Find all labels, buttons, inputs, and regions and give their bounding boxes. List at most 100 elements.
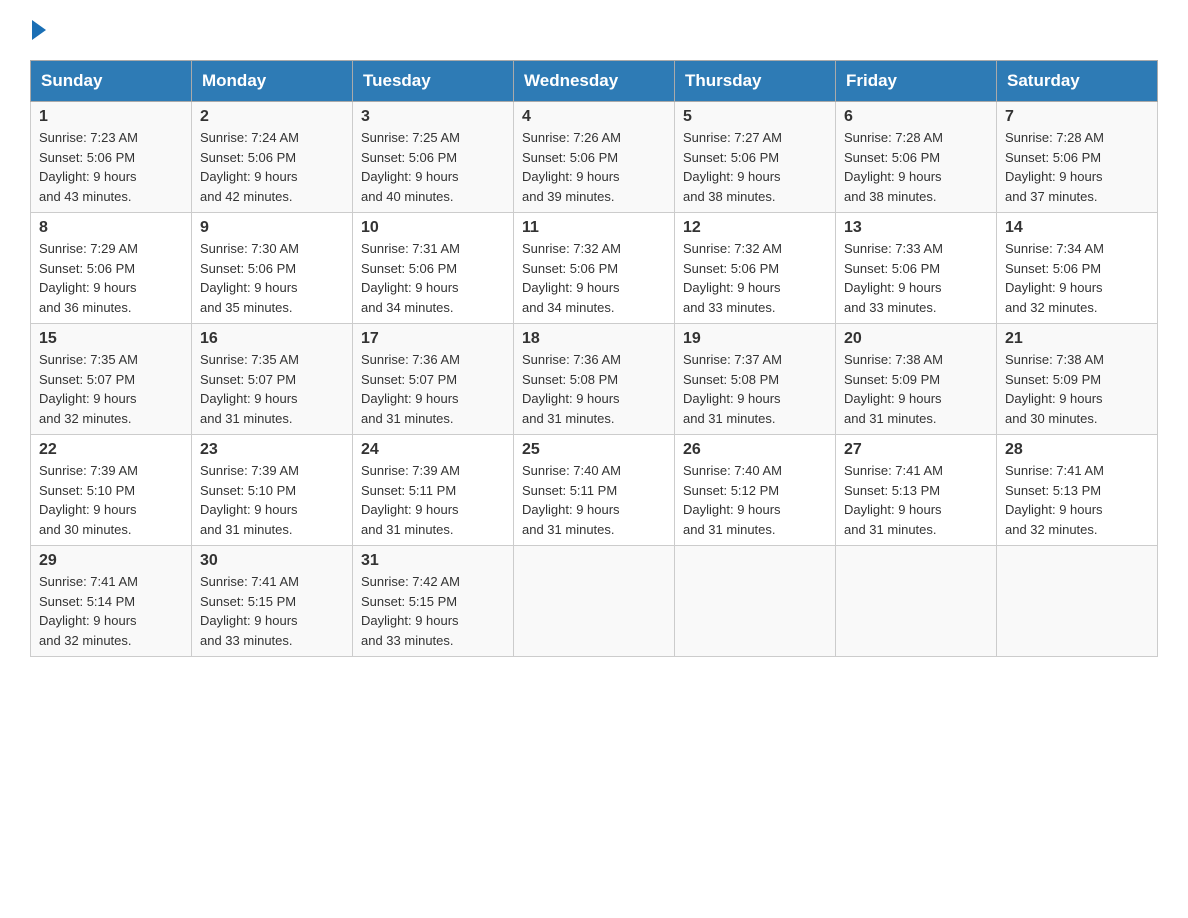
weekday-header-tuesday: Tuesday	[353, 61, 514, 102]
day-info: Sunrise: 7:26 AM Sunset: 5:06 PM Dayligh…	[522, 128, 666, 206]
calendar-cell	[675, 546, 836, 657]
calendar-cell: 16 Sunrise: 7:35 AM Sunset: 5:07 PM Dayl…	[192, 324, 353, 435]
calendar-cell: 17 Sunrise: 7:36 AM Sunset: 5:07 PM Dayl…	[353, 324, 514, 435]
weekday-header-sunday: Sunday	[31, 61, 192, 102]
calendar-cell: 15 Sunrise: 7:35 AM Sunset: 5:07 PM Dayl…	[31, 324, 192, 435]
day-info: Sunrise: 7:41 AM Sunset: 5:13 PM Dayligh…	[1005, 461, 1149, 539]
day-number: 13	[844, 219, 988, 237]
logo	[30, 20, 48, 40]
day-number: 1	[39, 108, 183, 126]
weekday-header-monday: Monday	[192, 61, 353, 102]
calendar-cell: 18 Sunrise: 7:36 AM Sunset: 5:08 PM Dayl…	[514, 324, 675, 435]
calendar-cell: 4 Sunrise: 7:26 AM Sunset: 5:06 PM Dayli…	[514, 102, 675, 213]
calendar-cell: 26 Sunrise: 7:40 AM Sunset: 5:12 PM Dayl…	[675, 435, 836, 546]
logo-arrow-icon	[32, 20, 46, 40]
day-number: 11	[522, 219, 666, 237]
day-number: 22	[39, 441, 183, 459]
day-info: Sunrise: 7:24 AM Sunset: 5:06 PM Dayligh…	[200, 128, 344, 206]
day-number: 20	[844, 330, 988, 348]
day-number: 6	[844, 108, 988, 126]
week-row-3: 15 Sunrise: 7:35 AM Sunset: 5:07 PM Dayl…	[31, 324, 1158, 435]
calendar-cell: 1 Sunrise: 7:23 AM Sunset: 5:06 PM Dayli…	[31, 102, 192, 213]
calendar-cell: 14 Sunrise: 7:34 AM Sunset: 5:06 PM Dayl…	[997, 213, 1158, 324]
calendar-cell: 29 Sunrise: 7:41 AM Sunset: 5:14 PM Dayl…	[31, 546, 192, 657]
weekday-header-saturday: Saturday	[997, 61, 1158, 102]
day-number: 24	[361, 441, 505, 459]
day-info: Sunrise: 7:36 AM Sunset: 5:07 PM Dayligh…	[361, 350, 505, 428]
day-number: 16	[200, 330, 344, 348]
day-number: 27	[844, 441, 988, 459]
day-info: Sunrise: 7:40 AM Sunset: 5:11 PM Dayligh…	[522, 461, 666, 539]
day-info: Sunrise: 7:39 AM Sunset: 5:10 PM Dayligh…	[39, 461, 183, 539]
day-number: 19	[683, 330, 827, 348]
day-info: Sunrise: 7:23 AM Sunset: 5:06 PM Dayligh…	[39, 128, 183, 206]
day-info: Sunrise: 7:36 AM Sunset: 5:08 PM Dayligh…	[522, 350, 666, 428]
day-info: Sunrise: 7:40 AM Sunset: 5:12 PM Dayligh…	[683, 461, 827, 539]
calendar-cell: 11 Sunrise: 7:32 AM Sunset: 5:06 PM Dayl…	[514, 213, 675, 324]
calendar-cell: 2 Sunrise: 7:24 AM Sunset: 5:06 PM Dayli…	[192, 102, 353, 213]
calendar-cell: 7 Sunrise: 7:28 AM Sunset: 5:06 PM Dayli…	[997, 102, 1158, 213]
day-number: 10	[361, 219, 505, 237]
day-info: Sunrise: 7:37 AM Sunset: 5:08 PM Dayligh…	[683, 350, 827, 428]
day-info: Sunrise: 7:42 AM Sunset: 5:15 PM Dayligh…	[361, 572, 505, 650]
day-number: 23	[200, 441, 344, 459]
week-row-5: 29 Sunrise: 7:41 AM Sunset: 5:14 PM Dayl…	[31, 546, 1158, 657]
day-number: 7	[1005, 108, 1149, 126]
calendar-cell	[514, 546, 675, 657]
day-number: 31	[361, 552, 505, 570]
day-info: Sunrise: 7:33 AM Sunset: 5:06 PM Dayligh…	[844, 239, 988, 317]
calendar-cell: 6 Sunrise: 7:28 AM Sunset: 5:06 PM Dayli…	[836, 102, 997, 213]
calendar-cell: 12 Sunrise: 7:32 AM Sunset: 5:06 PM Dayl…	[675, 213, 836, 324]
day-number: 18	[522, 330, 666, 348]
calendar-cell: 24 Sunrise: 7:39 AM Sunset: 5:11 PM Dayl…	[353, 435, 514, 546]
calendar-cell: 28 Sunrise: 7:41 AM Sunset: 5:13 PM Dayl…	[997, 435, 1158, 546]
day-info: Sunrise: 7:34 AM Sunset: 5:06 PM Dayligh…	[1005, 239, 1149, 317]
calendar-cell: 8 Sunrise: 7:29 AM Sunset: 5:06 PM Dayli…	[31, 213, 192, 324]
day-number: 14	[1005, 219, 1149, 237]
day-number: 8	[39, 219, 183, 237]
day-number: 2	[200, 108, 344, 126]
week-row-4: 22 Sunrise: 7:39 AM Sunset: 5:10 PM Dayl…	[31, 435, 1158, 546]
calendar-table: SundayMondayTuesdayWednesdayThursdayFrid…	[30, 60, 1158, 657]
calendar-cell: 3 Sunrise: 7:25 AM Sunset: 5:06 PM Dayli…	[353, 102, 514, 213]
calendar-cell: 27 Sunrise: 7:41 AM Sunset: 5:13 PM Dayl…	[836, 435, 997, 546]
calendar-cell: 9 Sunrise: 7:30 AM Sunset: 5:06 PM Dayli…	[192, 213, 353, 324]
day-number: 25	[522, 441, 666, 459]
weekday-header-row: SundayMondayTuesdayWednesdayThursdayFrid…	[31, 61, 1158, 102]
day-info: Sunrise: 7:29 AM Sunset: 5:06 PM Dayligh…	[39, 239, 183, 317]
day-number: 29	[39, 552, 183, 570]
day-info: Sunrise: 7:38 AM Sunset: 5:09 PM Dayligh…	[1005, 350, 1149, 428]
week-row-2: 8 Sunrise: 7:29 AM Sunset: 5:06 PM Dayli…	[31, 213, 1158, 324]
day-info: Sunrise: 7:30 AM Sunset: 5:06 PM Dayligh…	[200, 239, 344, 317]
calendar-cell: 30 Sunrise: 7:41 AM Sunset: 5:15 PM Dayl…	[192, 546, 353, 657]
day-number: 28	[1005, 441, 1149, 459]
calendar-cell: 19 Sunrise: 7:37 AM Sunset: 5:08 PM Dayl…	[675, 324, 836, 435]
day-number: 12	[683, 219, 827, 237]
day-info: Sunrise: 7:25 AM Sunset: 5:06 PM Dayligh…	[361, 128, 505, 206]
day-info: Sunrise: 7:38 AM Sunset: 5:09 PM Dayligh…	[844, 350, 988, 428]
day-number: 17	[361, 330, 505, 348]
day-info: Sunrise: 7:41 AM Sunset: 5:13 PM Dayligh…	[844, 461, 988, 539]
day-info: Sunrise: 7:39 AM Sunset: 5:11 PM Dayligh…	[361, 461, 505, 539]
weekday-header-thursday: Thursday	[675, 61, 836, 102]
day-info: Sunrise: 7:28 AM Sunset: 5:06 PM Dayligh…	[844, 128, 988, 206]
day-info: Sunrise: 7:31 AM Sunset: 5:06 PM Dayligh…	[361, 239, 505, 317]
day-number: 21	[1005, 330, 1149, 348]
day-number: 30	[200, 552, 344, 570]
calendar-cell: 31 Sunrise: 7:42 AM Sunset: 5:15 PM Dayl…	[353, 546, 514, 657]
day-number: 26	[683, 441, 827, 459]
day-info: Sunrise: 7:32 AM Sunset: 5:06 PM Dayligh…	[683, 239, 827, 317]
day-info: Sunrise: 7:32 AM Sunset: 5:06 PM Dayligh…	[522, 239, 666, 317]
day-number: 9	[200, 219, 344, 237]
week-row-1: 1 Sunrise: 7:23 AM Sunset: 5:06 PM Dayli…	[31, 102, 1158, 213]
calendar-cell	[997, 546, 1158, 657]
calendar-cell: 23 Sunrise: 7:39 AM Sunset: 5:10 PM Dayl…	[192, 435, 353, 546]
calendar-cell: 5 Sunrise: 7:27 AM Sunset: 5:06 PM Dayli…	[675, 102, 836, 213]
page-header	[30, 20, 1158, 40]
day-number: 5	[683, 108, 827, 126]
day-info: Sunrise: 7:35 AM Sunset: 5:07 PM Dayligh…	[200, 350, 344, 428]
day-info: Sunrise: 7:27 AM Sunset: 5:06 PM Dayligh…	[683, 128, 827, 206]
calendar-cell: 13 Sunrise: 7:33 AM Sunset: 5:06 PM Dayl…	[836, 213, 997, 324]
weekday-header-wednesday: Wednesday	[514, 61, 675, 102]
calendar-cell: 21 Sunrise: 7:38 AM Sunset: 5:09 PM Dayl…	[997, 324, 1158, 435]
